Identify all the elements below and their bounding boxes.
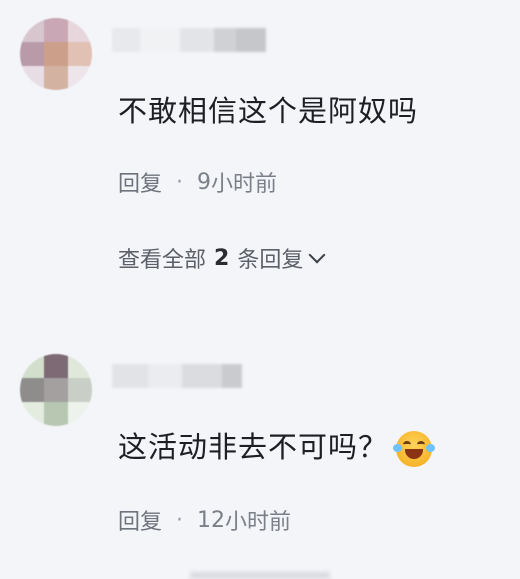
avatar-pixel xyxy=(68,354,92,378)
avatar-pixel xyxy=(20,18,44,42)
comment-meta: 回复 · 9 小时前 xyxy=(118,166,277,198)
avatar-pixel xyxy=(44,42,68,66)
avatar-pixel xyxy=(68,66,92,90)
avatar-pixel xyxy=(68,378,92,402)
comment-meta: 回复 · 12 小时前 xyxy=(118,504,291,536)
avatar-pixel xyxy=(20,42,44,66)
comment-item: 不敢相信这个是阿奴吗 回复 · 9 小时前 查看全部 2 条回复 xyxy=(0,0,520,280)
laughing-tears-emoji-icon xyxy=(393,431,436,467)
time-unit: 小时前 xyxy=(211,172,278,197)
avatar-pixel xyxy=(20,354,44,378)
comment-text-content: 这活动非去不可吗？ xyxy=(118,430,389,464)
avatar-pixel xyxy=(68,18,92,42)
comment-item: 这活动非去不可吗？ 回复 · 12 小时前 xyxy=(0,340,520,570)
comment-text: 不敢相信这个是阿奴吗 xyxy=(118,94,419,128)
avatar-pixel xyxy=(20,378,44,402)
avatar-pixel xyxy=(44,354,68,378)
avatar-pixel xyxy=(44,18,68,42)
time-number: 12 xyxy=(197,507,226,533)
next-comment-edge xyxy=(190,572,330,579)
time-unit: 小时前 xyxy=(225,510,292,535)
view-all-replies-button[interactable]: 查看全部 2 条回复 xyxy=(118,242,326,274)
avatar-pixel xyxy=(68,402,92,426)
time-number: 9 xyxy=(197,169,212,195)
chevron-down-icon xyxy=(308,246,326,264)
view-all-prefix: 查看全部 xyxy=(118,248,207,273)
view-all-suffix: 条回复 xyxy=(237,248,304,273)
separator-dot: · xyxy=(176,169,184,195)
avatar-pixel xyxy=(20,66,44,90)
reply-button[interactable]: 回复 xyxy=(118,504,162,536)
reply-button[interactable]: 回复 xyxy=(118,166,162,198)
avatar[interactable] xyxy=(20,354,92,426)
avatar-pixel xyxy=(20,402,44,426)
avatar-pixel xyxy=(44,378,68,402)
avatar-pixel xyxy=(44,66,68,90)
separator-dot: · xyxy=(176,507,184,533)
avatar-pixel xyxy=(68,42,92,66)
avatar[interactable] xyxy=(20,18,92,90)
reply-count: 2 xyxy=(214,245,230,271)
avatar-pixel xyxy=(44,402,68,426)
comment-text: 这活动非去不可吗？ xyxy=(118,424,436,467)
username-blurred[interactable] xyxy=(112,364,242,388)
username-blurred[interactable] xyxy=(112,28,266,52)
